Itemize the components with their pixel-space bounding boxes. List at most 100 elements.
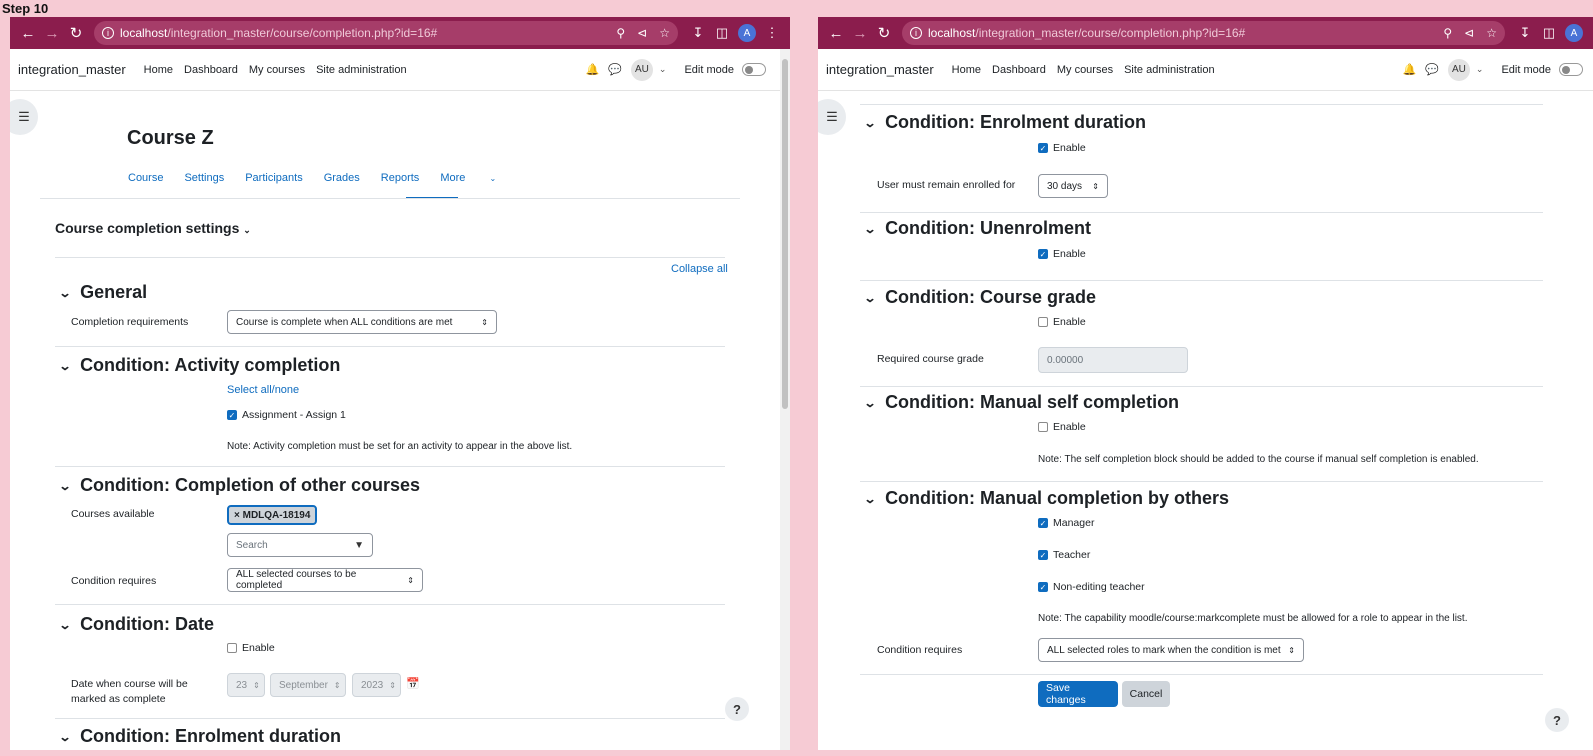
role-manager-row[interactable]: ✓ Manager bbox=[1038, 517, 1094, 529]
date-enable-row[interactable]: Enable bbox=[227, 642, 275, 654]
section-general-header[interactable]: ⌄ General bbox=[58, 282, 147, 303]
tab-settings[interactable]: Settings bbox=[184, 172, 224, 184]
bookmark-star-icon[interactable]: ☆ bbox=[1486, 26, 1497, 40]
tab-participants[interactable]: Participants bbox=[245, 172, 302, 184]
address-bar[interactable]: i localhost/integration_master/course/co… bbox=[902, 21, 1505, 45]
side-panel-icon[interactable]: ◫ bbox=[1537, 25, 1561, 41]
section-activity-header[interactable]: ⌄ Condition: Activity completion bbox=[58, 355, 340, 376]
nav-site-administration[interactable]: Site administration bbox=[1124, 64, 1215, 76]
nav-my-courses[interactable]: My courses bbox=[249, 64, 305, 76]
help-button[interactable]: ? bbox=[725, 697, 749, 721]
settings-menu-title[interactable]: Course completion settings ⌄ bbox=[55, 220, 251, 236]
notifications-bell-icon[interactable]: 🔔 bbox=[586, 63, 600, 76]
zoom-icon[interactable]: ⚲ bbox=[616, 26, 625, 40]
help-button[interactable]: ? bbox=[1545, 708, 1569, 732]
site-brand[interactable]: integration_master bbox=[826, 62, 934, 77]
self-completion-enable-row[interactable]: Enable bbox=[1038, 421, 1086, 433]
course-index-toggle-icon[interactable]: ☰ bbox=[10, 99, 38, 135]
profile-avatar[interactable]: A bbox=[738, 24, 756, 42]
address-bar[interactable]: i localhost/integration_master/course/co… bbox=[94, 21, 678, 45]
section-enrolment-duration-header[interactable]: ⌄ Condition: Enrolment duration bbox=[863, 112, 1146, 133]
download-icon[interactable]: ↧ bbox=[686, 25, 710, 41]
edit-mode-toggle[interactable] bbox=[742, 63, 766, 76]
nav-my-courses[interactable]: My courses bbox=[1057, 64, 1113, 76]
unenrolment-enable-row[interactable]: ✓ Enable bbox=[1038, 248, 1086, 260]
site-brand[interactable]: integration_master bbox=[18, 62, 126, 77]
courses-condition-requires-select[interactable]: ALL selected courses to be completed ⇕ bbox=[227, 568, 423, 592]
download-icon[interactable]: ↧ bbox=[1513, 25, 1537, 41]
tab-more[interactable]: More ⌄ bbox=[440, 172, 517, 184]
page-scrollbar[interactable] bbox=[780, 49, 790, 750]
site-info-icon[interactable]: i bbox=[102, 27, 114, 39]
tab-course[interactable]: Course bbox=[128, 172, 163, 184]
section-enrolment-duration-header[interactable]: ⌄ Condition: Enrolment duration bbox=[58, 726, 341, 747]
checkbox-unchecked[interactable] bbox=[1038, 317, 1048, 327]
collapse-all-link[interactable]: Collapse all bbox=[671, 263, 728, 275]
checkbox-checked[interactable]: ✓ bbox=[1038, 550, 1048, 560]
select-all-none-link[interactable]: Select all/none bbox=[227, 384, 299, 396]
checkbox-unchecked[interactable] bbox=[227, 643, 237, 653]
month-select[interactable]: September ⇕ bbox=[270, 673, 346, 697]
calendar-icon[interactable]: 📅 bbox=[406, 677, 420, 690]
section-other-courses-header[interactable]: ⌄ Condition: Completion of other courses bbox=[58, 475, 420, 496]
tab-grades[interactable]: Grades bbox=[324, 172, 360, 184]
checkbox-unchecked[interactable] bbox=[1038, 422, 1048, 432]
checkbox-checked[interactable]: ✓ bbox=[1038, 249, 1048, 259]
profile-avatar[interactable]: A bbox=[1565, 24, 1583, 42]
forward-icon[interactable]: → bbox=[40, 25, 64, 42]
chevron-down-icon[interactable]: ⌄ bbox=[1476, 64, 1484, 75]
activity-checkbox-row[interactable]: ✓ Assignment - Assign 1 bbox=[227, 409, 346, 421]
forward-icon[interactable]: → bbox=[848, 25, 872, 42]
share-icon[interactable]: ⊲ bbox=[1464, 26, 1474, 40]
checkbox-checked[interactable]: ✓ bbox=[1038, 582, 1048, 592]
enrolment-duration-enable-row[interactable]: ✓ Enable bbox=[1038, 142, 1086, 154]
tab-reports[interactable]: Reports bbox=[381, 172, 420, 184]
notifications-bell-icon[interactable]: 🔔 bbox=[1403, 63, 1417, 76]
scrollbar-thumb[interactable] bbox=[782, 59, 788, 409]
section-course-grade-header[interactable]: ⌄ Condition: Course grade bbox=[863, 287, 1096, 308]
cancel-button[interactable]: Cancel bbox=[1122, 681, 1170, 707]
nav-site-administration[interactable]: Site administration bbox=[316, 64, 407, 76]
reload-icon[interactable]: ↻ bbox=[64, 24, 88, 42]
messages-icon[interactable]: 💬 bbox=[608, 63, 622, 76]
day-select[interactable]: 23 ⇕ bbox=[227, 673, 265, 697]
save-changes-button[interactable]: Save changes bbox=[1038, 681, 1118, 707]
reload-icon[interactable]: ↻ bbox=[872, 24, 896, 42]
required-course-grade-input[interactable]: 0.00000 bbox=[1038, 347, 1188, 373]
role-teacher-row[interactable]: ✓ Teacher bbox=[1038, 549, 1090, 561]
back-icon[interactable]: ← bbox=[824, 25, 848, 42]
nav-dashboard[interactable]: Dashboard bbox=[184, 64, 238, 76]
browser-menu-icon[interactable]: ⋮ bbox=[760, 25, 784, 41]
roles-condition-requires-select[interactable]: ALL selected roles to mark when the cond… bbox=[1038, 638, 1304, 662]
nav-home[interactable]: Home bbox=[952, 64, 981, 76]
section-unenrolment-header[interactable]: ⌄ Condition: Unenrolment bbox=[863, 218, 1091, 239]
bookmark-star-icon[interactable]: ☆ bbox=[659, 26, 670, 40]
user-avatar[interactable]: AU bbox=[1447, 58, 1470, 81]
completion-requirements-select[interactable]: Course is complete when ALL conditions a… bbox=[227, 310, 497, 334]
side-panel-icon[interactable]: ◫ bbox=[710, 25, 734, 41]
course-search-input[interactable]: Search ▼ bbox=[227, 533, 373, 557]
edit-mode-toggle[interactable] bbox=[1559, 63, 1583, 76]
nav-home[interactable]: Home bbox=[144, 64, 173, 76]
dropdown-triangle-icon[interactable]: ▼ bbox=[354, 540, 364, 551]
selected-course-tag[interactable]: × MDLQA-18194 bbox=[227, 505, 318, 525]
checkbox-checked[interactable]: ✓ bbox=[1038, 518, 1048, 528]
year-select[interactable]: 2023 ⇕ bbox=[352, 673, 401, 697]
course-index-toggle-icon[interactable]: ☰ bbox=[818, 99, 846, 135]
checkbox-checked[interactable]: ✓ bbox=[1038, 143, 1048, 153]
share-icon[interactable]: ⊲ bbox=[637, 26, 647, 40]
role-non-editing-teacher-row[interactable]: ✓ Non-editing teacher bbox=[1038, 581, 1145, 593]
site-info-icon[interactable]: i bbox=[910, 27, 922, 39]
zoom-icon[interactable]: ⚲ bbox=[1443, 26, 1452, 40]
course-grade-enable-row[interactable]: Enable bbox=[1038, 316, 1086, 328]
nav-dashboard[interactable]: Dashboard bbox=[992, 64, 1046, 76]
section-date-header[interactable]: ⌄ Condition: Date bbox=[58, 614, 214, 635]
messages-icon[interactable]: 💬 bbox=[1425, 63, 1439, 76]
back-icon[interactable]: ← bbox=[16, 25, 40, 42]
enrolment-duration-select[interactable]: 30 days ⇕ bbox=[1038, 174, 1108, 198]
section-by-others-header[interactable]: ⌄ Condition: Manual completion by others bbox=[863, 488, 1229, 509]
chevron-down-icon[interactable]: ⌄ bbox=[659, 64, 667, 75]
user-avatar[interactable]: AU bbox=[630, 58, 653, 81]
section-self-completion-header[interactable]: ⌄ Condition: Manual self completion bbox=[863, 392, 1179, 413]
checkbox-checked[interactable]: ✓ bbox=[227, 410, 237, 420]
